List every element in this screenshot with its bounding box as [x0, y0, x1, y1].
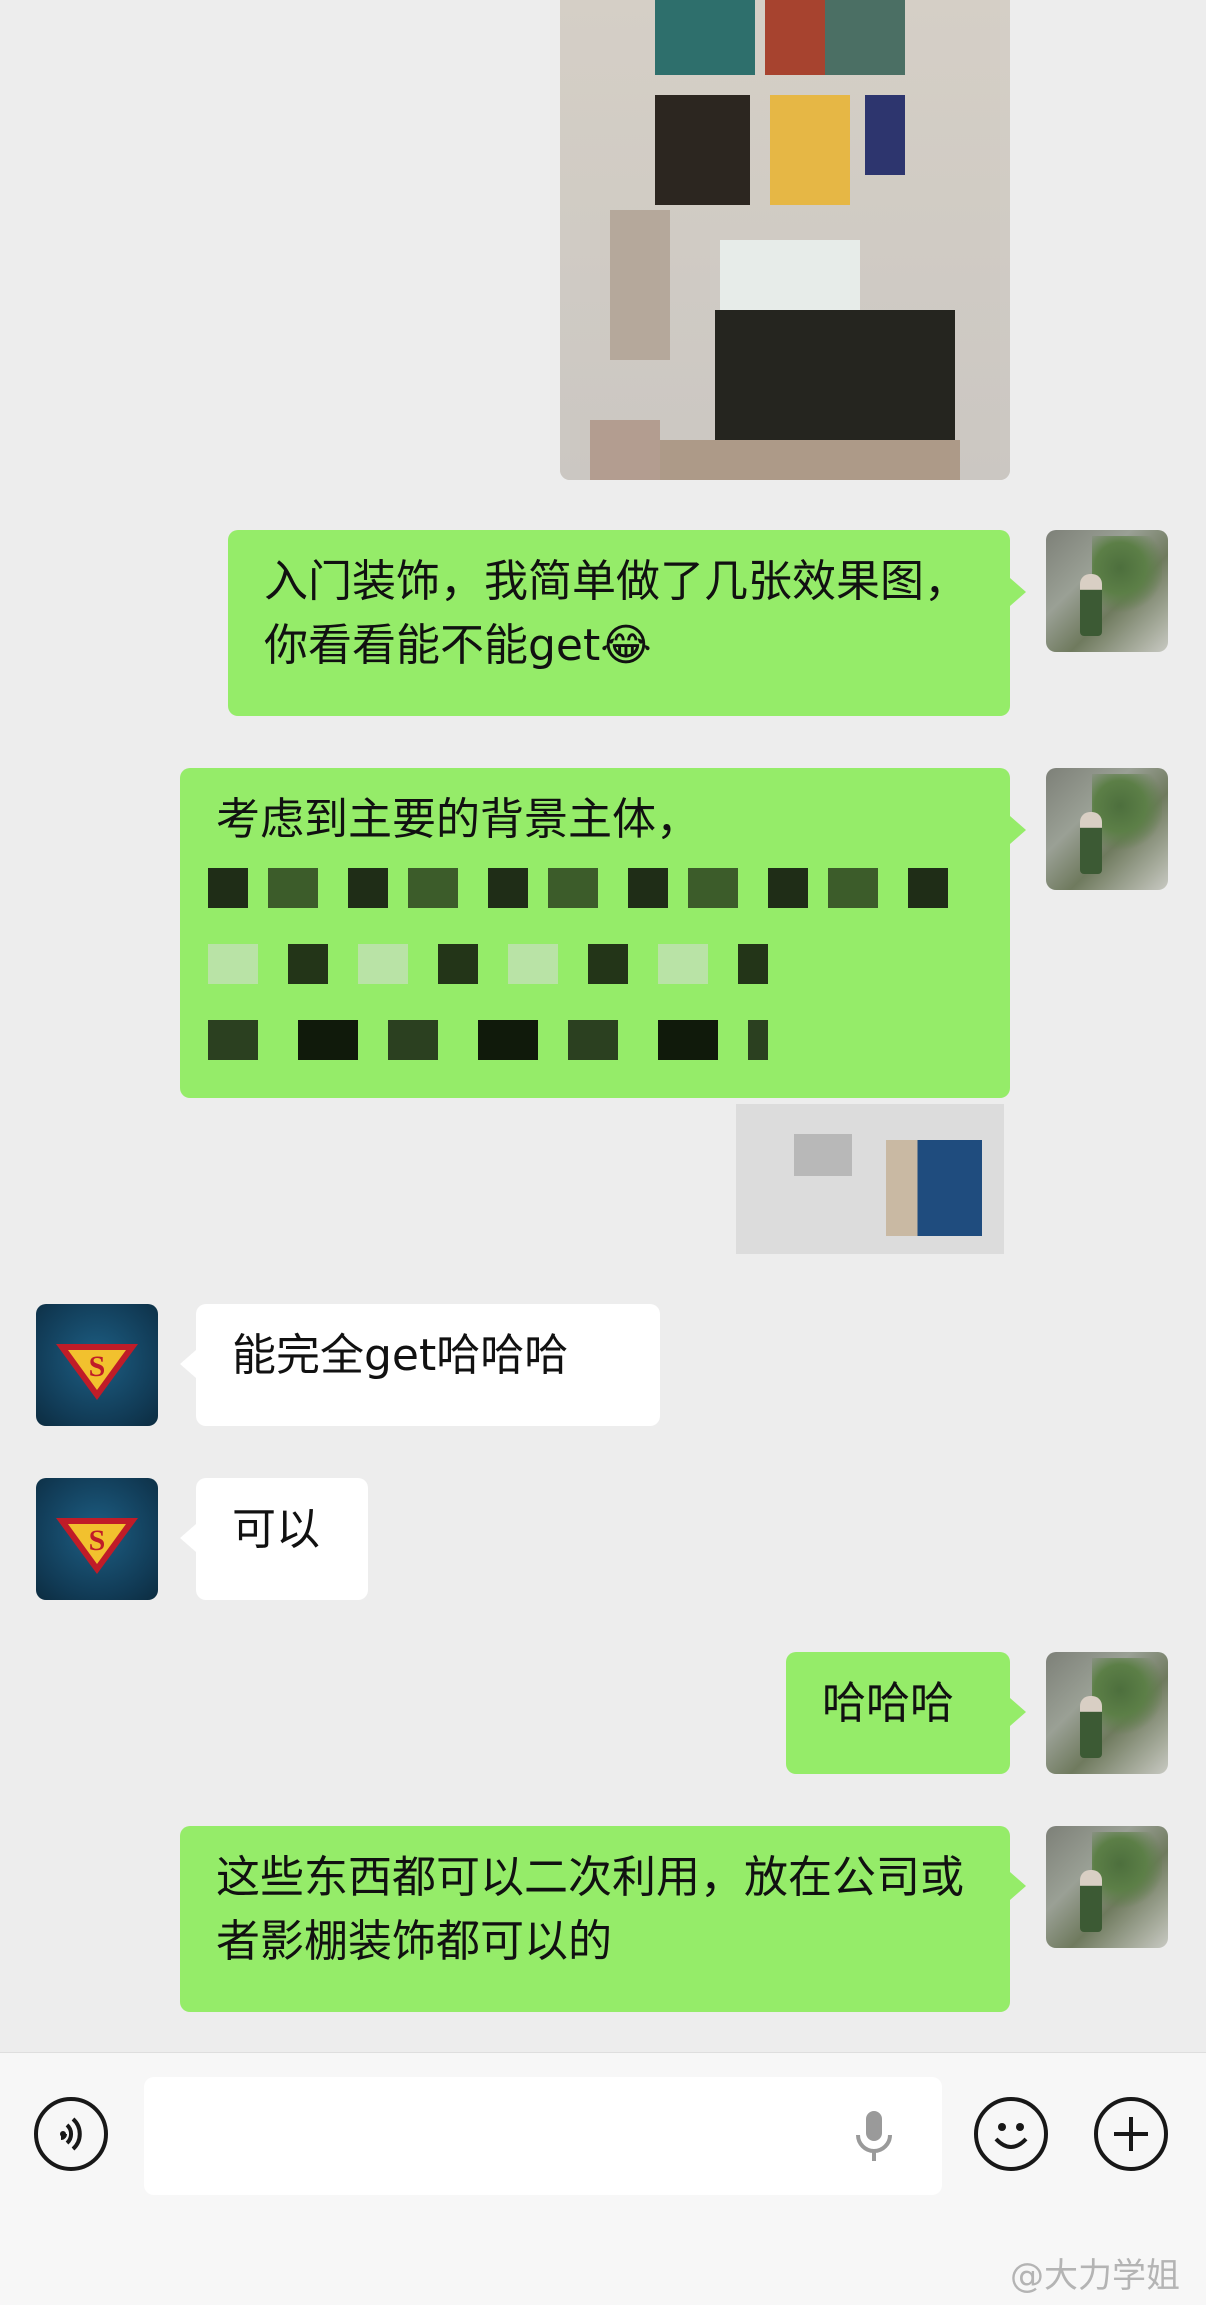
- tree-icon: [1092, 774, 1162, 854]
- image-message-pixelated[interactable]: [736, 1104, 1004, 1254]
- avatar-self[interactable]: [1046, 530, 1168, 652]
- message-input[interactable]: [144, 2077, 942, 2195]
- tree-icon: [1092, 1832, 1162, 1912]
- avatar-self[interactable]: [1046, 768, 1168, 890]
- message-bubble-self[interactable]: 这些东西都可以二次利用，放在公司或者影棚装饰都可以的: [180, 1826, 1010, 2012]
- bubble-tail: [180, 1350, 196, 1378]
- avatar-self[interactable]: [1046, 1652, 1168, 1774]
- message-text: 能完全get哈哈哈: [232, 1330, 569, 1381]
- message-text: 哈哈哈: [822, 1678, 954, 1729]
- person-icon: [1080, 1870, 1102, 1932]
- message-bubble-self-pixelated[interactable]: 考虑到主要的背景主体，: [180, 768, 1010, 1098]
- voice-toggle-icon: [60, 2117, 82, 2151]
- message-text: 可以: [232, 1504, 320, 1555]
- person-icon: [1080, 1696, 1102, 1758]
- message-text: 考虑到主要的背景主体，: [216, 794, 700, 845]
- message-text: 这些东西都可以二次利用，放在公司或者影棚装饰都可以的: [216, 1852, 964, 1967]
- svg-text:S: S: [89, 1524, 106, 1557]
- message-bubble-self[interactable]: 入门装饰，我简单做了几张效果图，你看看能不能get😂: [228, 530, 1010, 716]
- person-icon: [1080, 574, 1102, 636]
- weibo-watermark: @大力学姐: [1010, 2256, 1180, 2296]
- microphone-icon[interactable]: [850, 2109, 898, 2165]
- svg-text:S: S: [89, 1350, 106, 1383]
- avatar-self[interactable]: [1046, 1826, 1168, 1948]
- tree-icon: [1092, 1658, 1162, 1738]
- message-text: 入门装饰，我简单做了几张效果图，你看看能不能get😂: [264, 556, 968, 671]
- emoji-icon: [994, 2123, 1028, 2149]
- bubble-tail: [1010, 1872, 1026, 1900]
- bubble-tail: [180, 1524, 196, 1552]
- person-icon: [1080, 812, 1102, 874]
- bubble-tail: [1010, 1698, 1026, 1726]
- image-message-pixelated[interactable]: [560, 0, 1010, 480]
- tree-icon: [1092, 536, 1162, 616]
- more-actions-button[interactable]: [1094, 2097, 1168, 2171]
- emoji-button[interactable]: [974, 2097, 1048, 2171]
- plus-icon: [1114, 2117, 1148, 2151]
- chat-input-bar: @大力学姐: [0, 2052, 1206, 2305]
- avatar-other[interactable]: S: [36, 1304, 158, 1426]
- superman-logo-icon: S: [56, 1518, 138, 1574]
- bubble-tail: [1010, 578, 1026, 606]
- superman-logo-icon: S: [56, 1344, 138, 1400]
- voice-toggle-button[interactable]: [34, 2097, 108, 2171]
- bubble-tail: [1010, 816, 1026, 844]
- message-bubble-other[interactable]: 可以: [196, 1478, 368, 1600]
- avatar-other[interactable]: S: [36, 1478, 158, 1600]
- message-bubble-other[interactable]: 能完全get哈哈哈: [196, 1304, 660, 1426]
- message-bubble-self[interactable]: 哈哈哈: [786, 1652, 1010, 1774]
